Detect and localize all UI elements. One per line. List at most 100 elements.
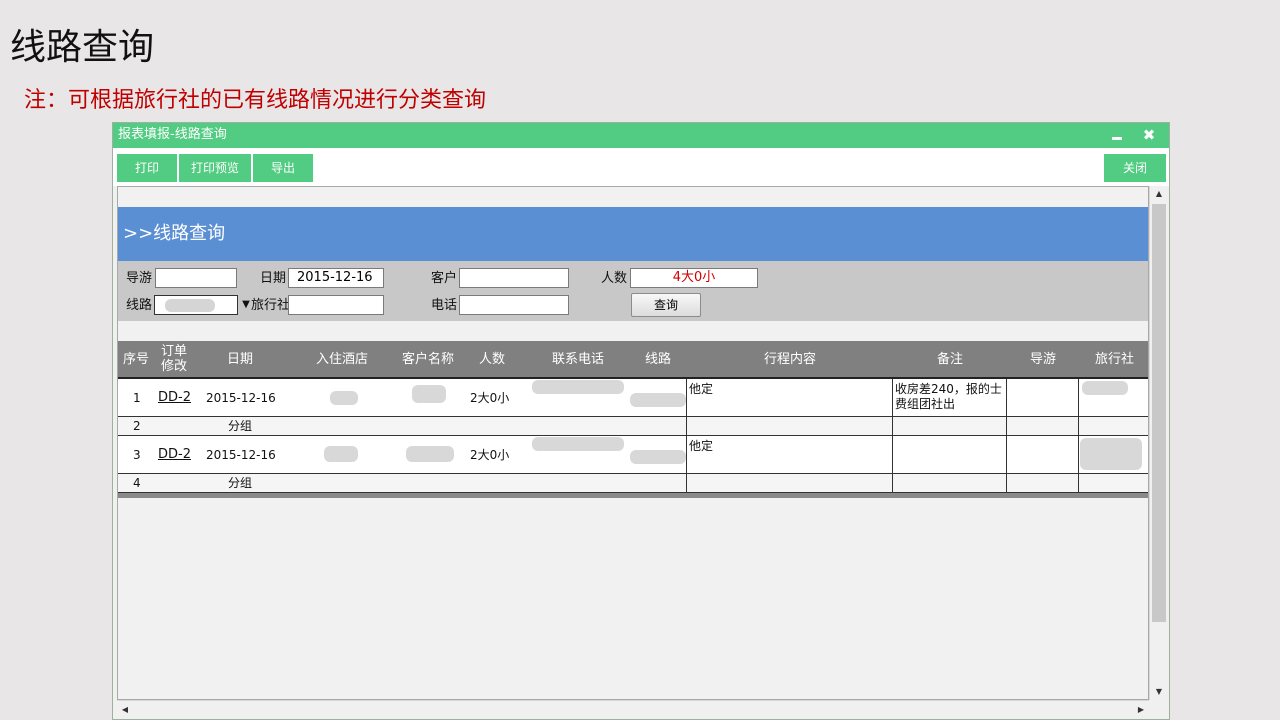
col-people: 人数 <box>478 351 505 367</box>
row-itinerary: 他定 <box>689 382 714 396</box>
column-divider <box>686 417 687 435</box>
close-window-button[interactable]: ✖ <box>1139 126 1159 144</box>
row-people: 2大0小 <box>470 448 510 462</box>
date-input[interactable]: 2015-12-16 <box>288 268 384 288</box>
route-label: 线路 <box>126 298 153 313</box>
people-label: 人数 <box>601 271 628 286</box>
date-label: 日期 <box>260 271 287 286</box>
guide-input[interactable] <box>155 268 237 288</box>
toolbar: 打印 打印预览 导出 关闭 <box>113 148 1169 186</box>
column-divider <box>892 436 893 473</box>
row-people: 2大0小 <box>470 391 510 405</box>
phone-input[interactable] <box>459 295 569 315</box>
phone-redacted <box>532 437 624 451</box>
column-divider <box>892 379 893 416</box>
hotel-redacted <box>330 391 358 405</box>
report-window: 报表填报-线路查询 ✖ 打印 打印预览 导出 关闭 >>线路查询 导游 日期 2… <box>112 122 1170 720</box>
scroll-up-icon[interactable]: ▲ <box>1150 186 1168 202</box>
order-link[interactable]: DD-2 <box>158 447 191 462</box>
agency-input[interactable] <box>288 295 384 315</box>
horizontal-scrollbar[interactable]: ◀ ▶ <box>117 700 1149 719</box>
column-divider <box>892 417 893 435</box>
agency-redacted <box>1082 381 1128 395</box>
slide-note: 注：可根据旅行社的已有线路情况进行分类查询 <box>24 88 487 113</box>
row-date: 2015-12-16 <box>206 391 276 405</box>
column-divider <box>1006 474 1007 492</box>
table-row[interactable]: 4 分组 <box>118 474 1148 493</box>
col-agency: 旅行社 <box>1094 351 1134 367</box>
col-phone: 联系电话 <box>551 351 604 367</box>
scroll-down-icon[interactable]: ▼ <box>1150 684 1168 700</box>
grid-header: 序号 订单修改 日期 入住酒店 客户名称 人数 联系电话 线路 行程内容 备注 … <box>118 341 1148 379</box>
customer-label: 客户 <box>431 271 458 286</box>
col-guide: 导游 <box>1029 351 1056 367</box>
row-date: 2015-12-16 <box>206 448 276 462</box>
row-number: 4 <box>133 476 141 490</box>
column-divider <box>1078 417 1079 435</box>
window-title: 报表填报-线路查询 <box>118 127 227 142</box>
table-row[interactable]: 2 分组 <box>118 417 1148 436</box>
col-route: 线路 <box>644 351 671 367</box>
column-divider <box>1078 379 1079 416</box>
column-divider <box>686 436 687 473</box>
section-banner: >>线路查询 <box>118 207 1148 261</box>
row-group: 分组 <box>228 476 253 490</box>
window-titlebar: 报表填报-线路查询 ✖ <box>113 123 1169 148</box>
col-customer: 客户名称 <box>401 351 454 367</box>
route-select[interactable] <box>154 295 238 315</box>
column-divider <box>686 474 687 492</box>
row-number: 2 <box>133 419 141 433</box>
col-no: 序号 <box>122 351 149 367</box>
column-divider <box>1078 436 1079 473</box>
col-itinerary: 行程内容 <box>763 351 816 367</box>
table-row[interactable]: 1 DD-2 2015-12-16 2大0小 他定 收房差240，报的士费组团社… <box>118 379 1148 417</box>
column-divider <box>1078 474 1079 492</box>
route-redacted <box>630 393 686 407</box>
phone-label: 电话 <box>431 298 458 313</box>
row-number: 3 <box>133 448 141 462</box>
col-order: 订单修改 <box>160 344 187 374</box>
print-button[interactable]: 打印 <box>117 154 177 182</box>
row-remark: 收房差240，报的士费组团社出 <box>895 382 1002 411</box>
scroll-right-icon[interactable]: ▶ <box>1133 701 1149 719</box>
agency-redacted <box>1080 438 1142 470</box>
query-button[interactable]: 查询 <box>631 293 701 317</box>
table-row[interactable]: 3 DD-2 2015-12-16 2大0小 他定 <box>118 436 1148 474</box>
customer-redacted <box>406 446 454 462</box>
print-preview-button[interactable]: 打印预览 <box>179 154 251 182</box>
scroll-left-icon[interactable]: ◀ <box>117 701 133 719</box>
report-content: >>线路查询 导游 日期 2015-12-16 客户 人数 4大0小 线路 ▼ … <box>117 186 1149 700</box>
people-input[interactable]: 4大0小 <box>630 268 758 288</box>
minimize-icon <box>1112 137 1122 140</box>
customer-input[interactable] <box>459 268 569 288</box>
phone-redacted <box>532 380 624 394</box>
section-title: >>线路查询 <box>123 223 226 244</box>
vertical-scroll-thumb[interactable] <box>1152 204 1166 622</box>
filter-panel: 导游 日期 2015-12-16 客户 人数 4大0小 线路 ▼ 旅行社 电话 … <box>118 261 1148 321</box>
col-remark: 备注 <box>936 351 963 367</box>
route-value-redacted <box>165 299 215 312</box>
col-hotel: 入住酒店 <box>315 351 368 367</box>
row-group: 分组 <box>228 419 253 433</box>
minimize-button[interactable] <box>1107 126 1127 144</box>
close-button[interactable]: 关闭 <box>1104 154 1166 182</box>
column-divider <box>892 474 893 492</box>
export-button[interactable]: 导出 <box>253 154 313 182</box>
hotel-redacted <box>324 446 358 462</box>
vertical-scrollbar[interactable]: ▲ ▼ <box>1149 186 1168 700</box>
row-itinerary: 他定 <box>689 439 714 453</box>
guide-label: 导游 <box>126 271 153 286</box>
route-redacted <box>630 450 686 464</box>
column-divider <box>1006 417 1007 435</box>
column-divider <box>1006 436 1007 473</box>
order-link[interactable]: DD-2 <box>158 390 191 405</box>
column-divider <box>1006 379 1007 416</box>
column-divider <box>686 379 687 416</box>
agency-label: 旅行社 <box>251 298 291 313</box>
close-icon: ✖ <box>1142 126 1156 144</box>
customer-redacted <box>412 385 446 403</box>
row-number: 1 <box>133 391 141 405</box>
slide-title: 线路查询 <box>10 27 155 68</box>
grid-footer-bar <box>118 493 1148 498</box>
col-date: 日期 <box>226 351 253 367</box>
